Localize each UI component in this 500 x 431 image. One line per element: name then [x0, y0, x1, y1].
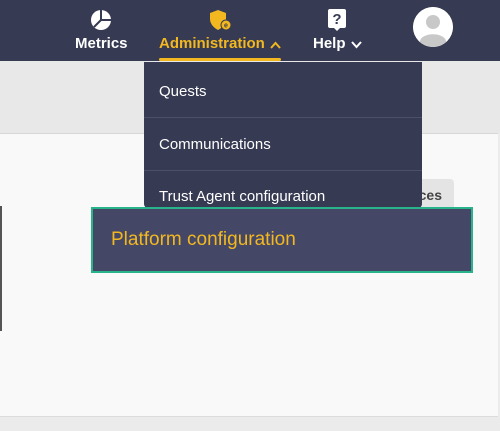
nav-help[interactable]: ? Help	[313, 8, 362, 53]
menu-item-platform-configuration[interactable]: Platform configuration	[91, 207, 473, 273]
nav-help-label: Help	[313, 35, 346, 52]
administration-dropdown-menu: Quests Communications Trust Agent config…	[144, 62, 422, 208]
menu-item-label: Quests	[159, 82, 207, 100]
chevron-up-icon	[270, 36, 281, 53]
menu-item-label: Communications	[159, 135, 271, 153]
menu-item-trust-agent-configuration[interactable]: Trust Agent configuration	[144, 170, 422, 208]
nav-administration-label: Administration	[159, 35, 265, 52]
menu-item-label: Platform configuration	[111, 229, 296, 250]
svg-text:e: e	[224, 23, 228, 30]
chevron-down-icon	[350, 36, 362, 53]
svg-text:?: ?	[333, 11, 342, 28]
menu-item-quests[interactable]: Quests	[144, 65, 422, 117]
shield-admin-icon: e	[207, 8, 233, 32]
nav-metrics[interactable]: Metrics	[75, 8, 128, 52]
menu-item-label: Trust Agent configuration	[159, 187, 326, 205]
pie-chart-icon	[89, 8, 113, 32]
nav-metrics-label: Metrics	[75, 35, 128, 52]
user-avatar-icon[interactable]	[413, 7, 453, 47]
nav-administration[interactable]: e Administration	[159, 8, 281, 61]
top-navbar: Metrics e Administration ? Help	[0, 0, 500, 61]
card-left-border	[0, 206, 2, 331]
question-mark-icon: ?	[327, 8, 347, 32]
menu-item-communications[interactable]: Communications	[144, 118, 422, 170]
